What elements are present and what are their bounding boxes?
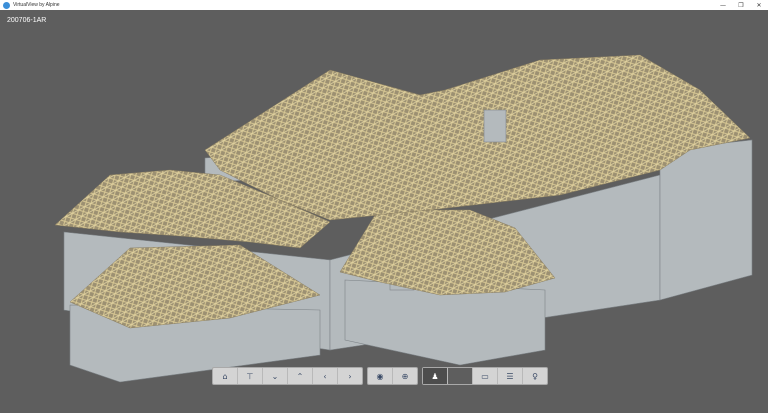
walk-icon: ♀ — [532, 371, 538, 381]
section-button[interactable]: ☰ — [498, 368, 523, 384]
top-view-button[interactable]: ⊤ — [238, 368, 263, 384]
toolbar-blank-slot — [448, 368, 473, 384]
chevron-left-icon: ‹ — [323, 371, 327, 381]
project-label: 200706-1AR — [7, 17, 47, 24]
top-view-icon: ⊤ — [246, 371, 254, 381]
title-bar: VirtualView by Alpine — ❐ ✕ — [0, 0, 768, 10]
section-icon: ☰ — [506, 371, 514, 381]
ruler-icon: ▭ — [481, 371, 489, 381]
measure-button[interactable]: ▭ — [473, 368, 498, 384]
minimize-button[interactable]: — — [714, 0, 732, 10]
person-view-button[interactable]: ♟ — [423, 368, 448, 384]
home-button[interactable]: ⌂ — [213, 368, 238, 384]
truss-model-render[interactable] — [0, 10, 768, 413]
rotate-down-button[interactable]: ⌄ — [263, 368, 288, 384]
app-logo-icon — [3, 1, 10, 9]
chimney — [483, 109, 507, 143]
rotate-up-button[interactable]: ⌃ — [288, 368, 313, 384]
window-title: VirtualView by Alpine — [13, 2, 60, 8]
home-icon: ⌂ — [222, 371, 228, 381]
rotate-left-button[interactable]: ‹ — [313, 368, 338, 384]
navigation-group: ⌂ ⊤ ⌄ ⌃ ‹ › — [212, 367, 363, 385]
window-controls: — ❐ ✕ — [714, 0, 768, 10]
tools-group: ♟ ▭ ☰ ♀ — [422, 367, 548, 385]
walkthrough-button[interactable]: ♀ — [523, 368, 547, 384]
visibility-button[interactable]: ◉ — [368, 368, 393, 384]
view-toolbar: ⌂ ⊤ ⌄ ⌃ ‹ › ◉ ⊕ ♟ ▭ ☰ ♀ — [212, 367, 552, 385]
zoom-button[interactable]: ⊕ — [393, 368, 417, 384]
close-button[interactable]: ✕ — [750, 0, 768, 10]
eye-icon: ◉ — [376, 371, 384, 381]
rotate-right-button[interactable]: › — [338, 368, 362, 384]
zoom-icon: ⊕ — [401, 371, 409, 381]
chevron-up-icon: ⌃ — [296, 371, 304, 381]
person-icon: ♟ — [431, 371, 439, 381]
chevron-down-icon: ⌄ — [271, 371, 279, 381]
view-group: ◉ ⊕ — [367, 367, 418, 385]
restore-button[interactable]: ❐ — [732, 0, 750, 10]
chevron-right-icon: › — [348, 371, 352, 381]
3d-viewport[interactable]: 200706-1AR — [0, 10, 768, 413]
